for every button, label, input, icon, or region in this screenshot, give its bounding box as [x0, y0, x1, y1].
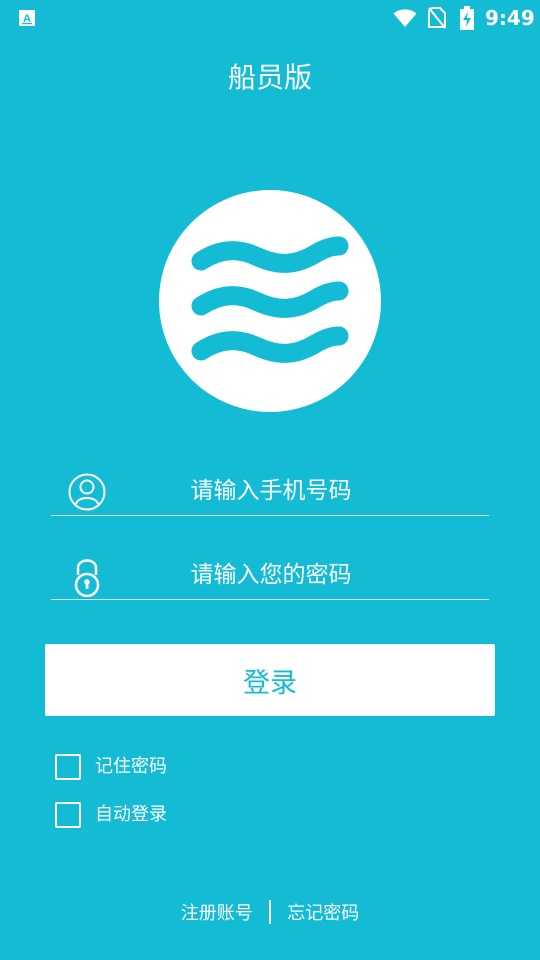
auto-login-row[interactable]: 自动登录 — [55, 801, 167, 829]
lock-icon — [74, 559, 100, 597]
remember-password-label: 记住密码 — [95, 756, 167, 777]
footer-links: 注册账号 忘记密码 — [0, 898, 540, 926]
status-bar: A 9:49 — [0, 0, 540, 36]
auto-login-checkbox[interactable] — [55, 802, 81, 828]
status-time: 9:49 — [485, 6, 535, 30]
login-button[interactable]: 登录 — [45, 644, 495, 716]
waves-logo-icon — [159, 190, 381, 412]
remember-password-row[interactable]: 记住密码 — [55, 753, 167, 781]
no-sim-icon — [428, 7, 446, 29]
forgot-password-link[interactable]: 忘记密码 — [285, 899, 361, 925]
password-input[interactable] — [151, 557, 391, 593]
remember-password-checkbox[interactable] — [55, 754, 81, 780]
wifi-icon — [393, 9, 417, 27]
a-letter-icon: A — [19, 10, 35, 26]
auto-login-label: 自动登录 — [95, 804, 167, 825]
battery-charging-icon — [460, 6, 474, 30]
footer-divider — [268, 900, 272, 924]
page-title: 船员版 — [227, 61, 312, 94]
phone-field — [51, 467, 489, 516]
phone-input[interactable] — [151, 473, 391, 509]
register-link[interactable]: 注册账号 — [179, 899, 255, 925]
password-field — [51, 551, 489, 600]
user-icon — [68, 473, 106, 511]
